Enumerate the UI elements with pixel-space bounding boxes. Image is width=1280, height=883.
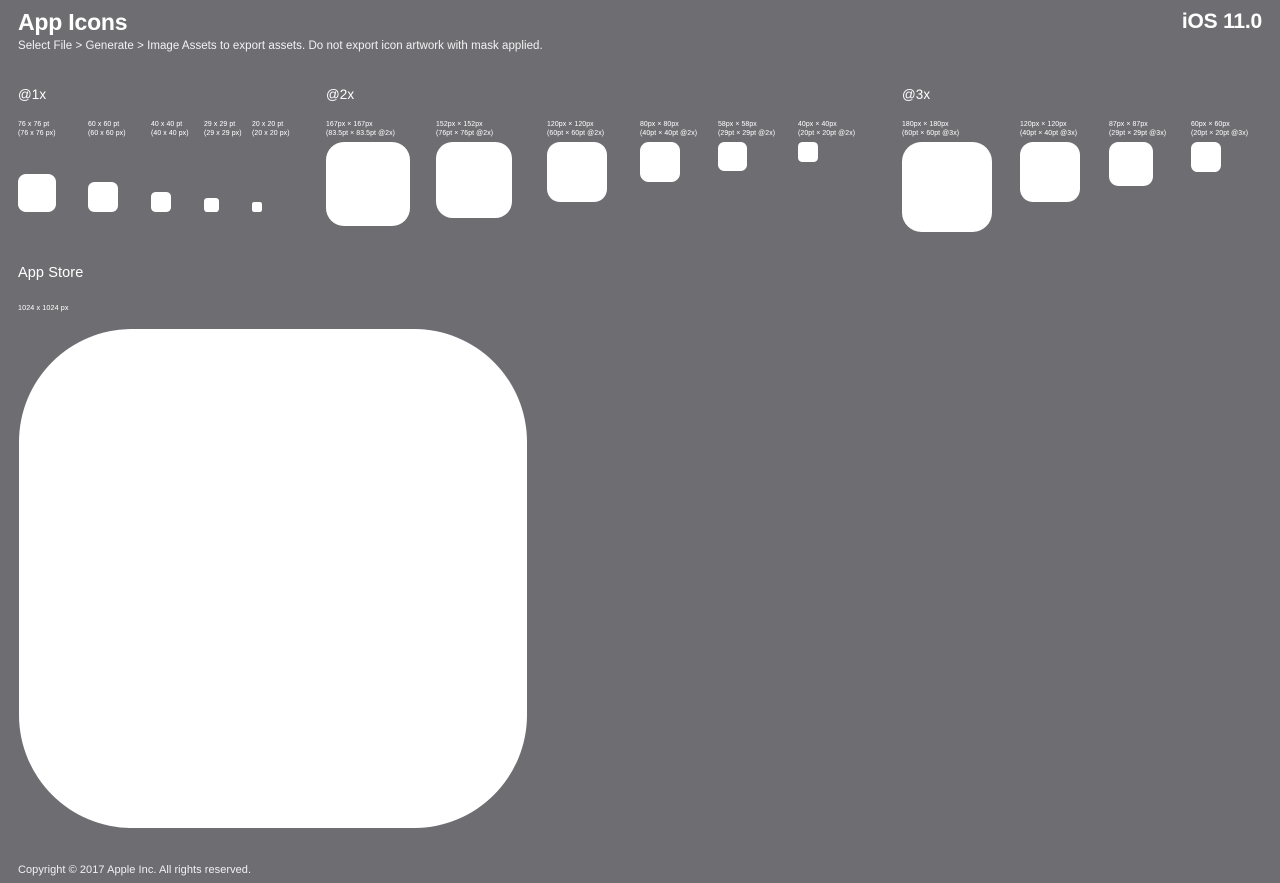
app-icon-placeholder bbox=[326, 142, 410, 226]
page-header: App Icons Select File > Generate > Image… bbox=[0, 0, 1280, 62]
icon-size-points: (29pt × 29pt @3x) bbox=[1109, 130, 1167, 138]
icon-stage bbox=[204, 142, 219, 212]
app-store-size-caption: 1024 x 1024 px bbox=[18, 303, 69, 312]
icon-size-pixels: 80px × 80px bbox=[640, 121, 679, 128]
icon-size-pixels: 60px × 60px bbox=[1191, 121, 1230, 128]
icon-stage bbox=[326, 142, 410, 250]
icon-size-points: (60 x 60 px) bbox=[88, 130, 126, 138]
icon-size-pixels: 58px × 58px bbox=[718, 121, 757, 128]
icon-stage bbox=[1191, 142, 1221, 250]
icon-size-caption: 40 x 40 pt (40 x 40 px) bbox=[151, 120, 189, 138]
icon-size-points: (29 x 29 px) bbox=[204, 130, 242, 138]
app-icon-placeholder bbox=[1109, 142, 1153, 186]
page-subtitle-instructions: Select File > Generate > Image Assets to… bbox=[18, 40, 543, 52]
icon-size-points: (76 x 76 px) bbox=[18, 130, 56, 138]
icon-size-pixels: 40 x 40 pt bbox=[151, 121, 183, 128]
icon-stage bbox=[88, 142, 118, 212]
icon-size-pixels: 120px × 120px bbox=[547, 121, 594, 128]
app-icon-placeholder bbox=[718, 142, 747, 171]
icon-size-caption: 40px × 40px (20pt × 20pt @2x) bbox=[798, 120, 855, 138]
icon-size-caption: 60px × 60px (20pt × 20pt @3x) bbox=[1191, 120, 1248, 138]
app-icon-placeholder bbox=[547, 142, 607, 202]
icon-stage bbox=[1020, 142, 1080, 250]
icon-stage bbox=[798, 142, 818, 250]
icon-size-pixels: 29 x 29 pt bbox=[204, 121, 236, 128]
icon-stage bbox=[547, 142, 607, 250]
icon-size-points: (40pt × 40pt @3x) bbox=[1020, 130, 1078, 138]
icon-stage bbox=[252, 142, 262, 212]
icon-stage bbox=[718, 142, 747, 250]
icon-size-points: (76pt × 76pt @2x) bbox=[436, 130, 494, 138]
icon-size-pixels: 152px × 152px bbox=[436, 121, 483, 128]
icon-stage bbox=[1109, 142, 1153, 250]
copyright-notice: Copyright © 2017 Apple Inc. All rights r… bbox=[18, 864, 252, 876]
page-title: App Icons bbox=[18, 9, 128, 35]
icon-stage bbox=[640, 142, 680, 250]
os-version-label: iOS 11.0 bbox=[1181, 10, 1262, 33]
scale-heading-2x: @2x bbox=[326, 87, 355, 102]
icon-size-caption: 29 x 29 pt (29 x 29 px) bbox=[204, 120, 242, 138]
icon-size-pixels: 60 x 60 pt bbox=[88, 121, 120, 128]
app-icon-placeholder bbox=[1020, 142, 1080, 202]
app-icon-placeholder bbox=[640, 142, 680, 182]
icon-size-caption: 20 x 20 pt (20 x 20 px) bbox=[252, 120, 290, 138]
icon-stage bbox=[436, 142, 512, 250]
app-icon-placeholder bbox=[151, 192, 171, 212]
icon-size-pixels: 76 x 76 pt bbox=[18, 121, 50, 128]
icon-size-points: (83.5pt × 83.5pt @2x) bbox=[326, 130, 396, 138]
app-store-heading: App Store bbox=[18, 265, 84, 281]
icon-stage bbox=[902, 142, 992, 250]
icon-size-points: (40 x 40 px) bbox=[151, 130, 189, 138]
app-icon-placeholder bbox=[252, 202, 262, 212]
icon-size-caption: 120px × 120px (60pt × 60pt @2x) bbox=[547, 120, 604, 138]
app-icon-placeholder bbox=[204, 197, 219, 212]
icon-size-caption: 120px × 120px (40pt × 40pt @3x) bbox=[1020, 120, 1077, 138]
icon-size-caption: 152px × 152px (76pt × 76pt @2x) bbox=[436, 120, 493, 138]
icon-size-points: (20 x 20 px) bbox=[252, 130, 290, 138]
app-icon-placeholder bbox=[902, 142, 992, 232]
icon-size-points: (20pt × 20pt @3x) bbox=[1191, 130, 1249, 138]
app-icon-placeholder bbox=[1191, 142, 1221, 172]
icon-size-points: (60pt × 60pt @3x) bbox=[902, 130, 960, 138]
icon-size-caption: 60 x 60 pt (60 x 60 px) bbox=[88, 120, 126, 138]
icon-size-points: (29pt × 29pt @2x) bbox=[718, 130, 776, 138]
icon-size-points: (20pt × 20pt @2x) bbox=[798, 130, 856, 138]
icon-size-caption: 58px × 58px (29pt × 29pt @2x) bbox=[718, 120, 775, 138]
icon-size-pixels: 120px × 120px bbox=[1020, 121, 1067, 128]
icon-stage bbox=[18, 142, 56, 212]
app-store-icon-placeholder bbox=[19, 329, 527, 828]
icon-size-points: (60pt × 60pt @2x) bbox=[547, 130, 605, 138]
icon-size-caption: 87px × 87px (29pt × 29pt @3x) bbox=[1109, 120, 1166, 138]
scale-heading-3x: @3x bbox=[902, 87, 931, 102]
scale-heading-1x: @1x bbox=[18, 87, 47, 102]
icon-stage bbox=[151, 142, 171, 212]
icon-size-caption: 167px × 167px (83.5pt × 83.5pt @2x) bbox=[326, 120, 395, 138]
icon-size-pixels: 20 x 20 pt bbox=[252, 121, 284, 128]
icon-size-caption: 76 x 76 pt (76 x 76 px) bbox=[18, 120, 56, 138]
app-icon-placeholder bbox=[88, 182, 118, 212]
icon-size-caption: 180px × 180px (60pt × 60pt @3x) bbox=[902, 120, 959, 138]
icon-size-caption: 80px × 80px (40pt × 40pt @2x) bbox=[640, 120, 697, 138]
icon-size-pixels: 87px × 87px bbox=[1109, 121, 1148, 128]
icon-size-pixels: 40px × 40px bbox=[798, 121, 837, 128]
icon-size-pixels: 167px × 167px bbox=[326, 121, 373, 128]
app-icon-placeholder bbox=[436, 142, 512, 218]
app-icon-placeholder bbox=[18, 174, 56, 212]
icon-size-points: (40pt × 40pt @2x) bbox=[640, 130, 698, 138]
app-icon-placeholder bbox=[798, 142, 818, 162]
icon-size-pixels: 180px × 180px bbox=[902, 121, 949, 128]
